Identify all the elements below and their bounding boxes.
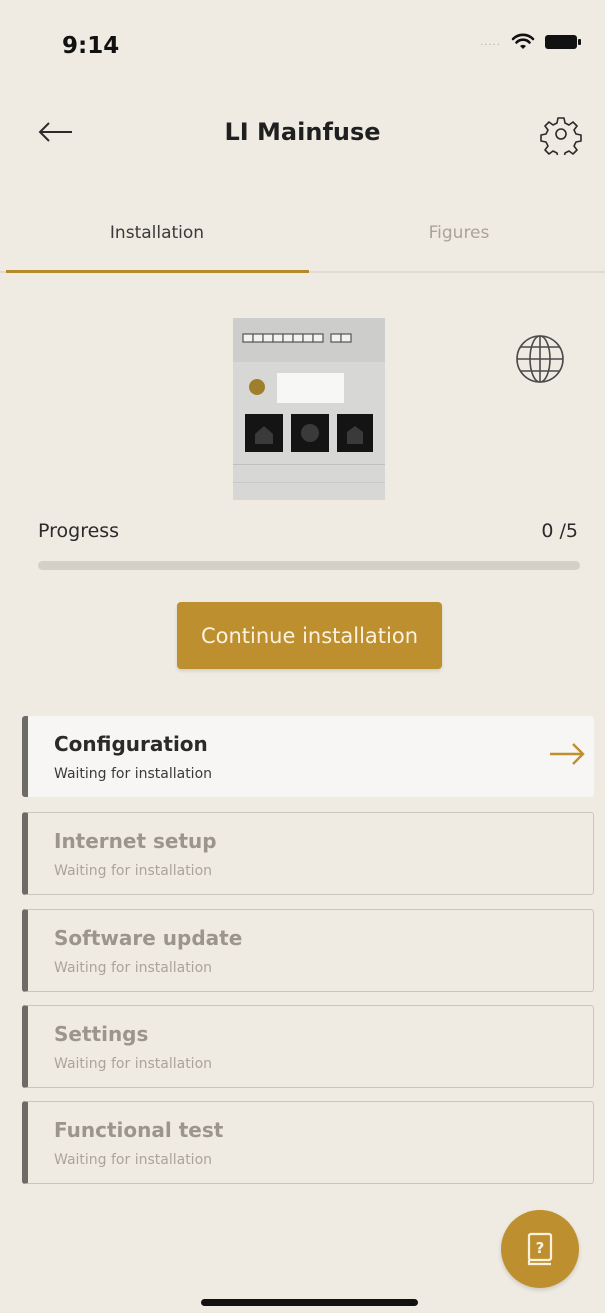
signal-indicator: ..... <box>480 36 501 48</box>
step-title: Configuration <box>54 732 208 756</box>
step-status: Waiting for installation <box>54 1152 213 1168</box>
wifi-icon <box>511 33 535 49</box>
tab-bar: Installation Figures <box>0 195 605 273</box>
step-configuration[interactable]: Configuration Waiting for installation <box>22 716 594 797</box>
step-title: Software update <box>54 926 243 950</box>
battery-icon <box>545 35 581 49</box>
tab-installation[interactable]: Installation <box>6 223 308 243</box>
active-tab-indicator <box>6 270 309 273</box>
svg-text:?: ? <box>536 1239 545 1257</box>
gear-icon[interactable] <box>540 113 582 155</box>
home-indicator <box>201 1299 418 1306</box>
step-status: Waiting for installation <box>54 1056 213 1072</box>
page-title: LI Mainfuse <box>224 118 381 146</box>
step-title: Settings <box>54 1022 149 1046</box>
status-time: 9:14 <box>62 33 120 59</box>
step-internet-setup[interactable]: Internet setup Waiting for installation <box>22 812 594 895</box>
step-software-update[interactable]: Software update Waiting for installation <box>22 909 594 992</box>
status-icons: ..... <box>480 33 581 51</box>
step-title: Functional test <box>54 1118 224 1142</box>
step-status: Waiting for installation <box>54 960 213 976</box>
progress-count: 0 /5 <box>541 520 578 542</box>
globe-icon[interactable] <box>514 333 566 385</box>
arrow-right-icon <box>550 743 585 765</box>
help-book-icon: ? <box>527 1232 553 1266</box>
step-functional-test[interactable]: Functional test Waiting for installation <box>22 1101 594 1184</box>
step-status: Waiting for installation <box>54 766 213 782</box>
continue-installation-button[interactable]: Continue installation <box>177 602 442 669</box>
tab-figures[interactable]: Figures <box>308 223 605 243</box>
step-status: Waiting for installation <box>54 863 213 879</box>
device-image <box>233 318 385 500</box>
step-settings[interactable]: Settings Waiting for installation <box>22 1005 594 1088</box>
progress-bar <box>38 561 580 570</box>
step-title: Internet setup <box>54 829 217 853</box>
help-button[interactable]: ? <box>501 1210 579 1288</box>
progress-label: Progress <box>38 520 120 542</box>
